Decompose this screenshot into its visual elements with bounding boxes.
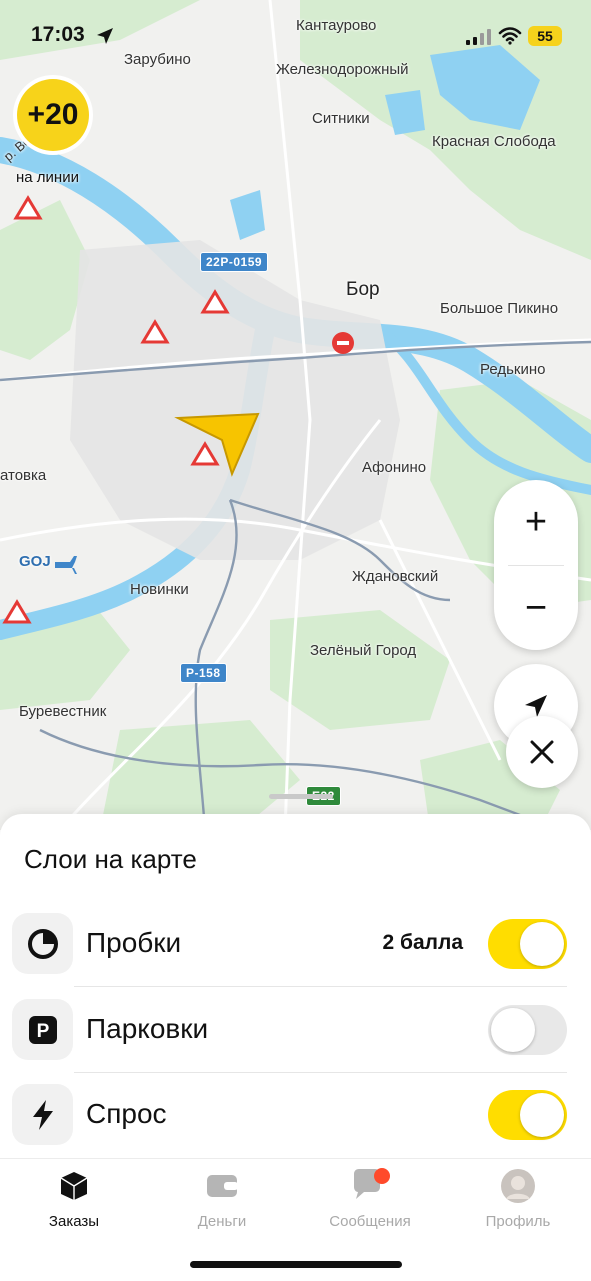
place-zhdanovsky: Ждановский [352, 568, 439, 585]
place-bolshoe-pikino: Большое Пикино [440, 300, 559, 317]
tab-money[interactable]: Деньги [148, 1167, 296, 1237]
place-zeleny-gorod: Зелёный Город [310, 642, 417, 659]
zoom-in-button[interactable]: + [494, 480, 578, 564]
tab-profile[interactable]: Профиль [444, 1167, 591, 1237]
layer-label-traffic: Пробки [86, 927, 182, 958]
layer-row-demand[interactable]: Спрос [12, 1084, 567, 1146]
bonus-label: на линии [16, 169, 79, 186]
road-shield-22p0159: 22Р-0159 [200, 252, 269, 272]
no-entry-marker [332, 332, 354, 354]
tab-orders[interactable]: Заказы [0, 1167, 148, 1237]
layers-sheet: Слои на карте Пробки 2 балла P Парковки [0, 814, 591, 1159]
location-arrow-icon [97, 28, 113, 44]
place-afonino: Афонино [362, 459, 427, 476]
place-atovka: атовка [0, 467, 47, 484]
place-bor: Бор [346, 279, 380, 300]
lightning-icon [12, 1084, 73, 1145]
status-bar: 17:03 55 [0, 0, 591, 70]
battery-indicator: 55 [528, 26, 562, 46]
close-icon [530, 740, 554, 764]
bonus-badge[interactable]: +20 [13, 75, 93, 155]
layer-label-demand: Спрос [86, 1098, 167, 1129]
airport-label: GOJ [19, 553, 51, 570]
place-burevestnik: Буревестник [19, 703, 107, 720]
place-redkino: Редькино [480, 361, 546, 378]
orders-icon [60, 1172, 88, 1200]
avatar [501, 1169, 535, 1203]
tab-messages[interactable]: Сообщения [296, 1167, 444, 1237]
place-sitniki: Ситники [312, 110, 370, 127]
zoom-out-button[interactable]: − [494, 566, 578, 650]
parking-toggle[interactable] [488, 1005, 567, 1055]
place-krasnaya-sloboda: Красная Слобода [432, 133, 556, 150]
layer-row-traffic[interactable]: Пробки 2 балла [12, 913, 567, 975]
divider [74, 1072, 567, 1073]
wallet-icon [207, 1175, 238, 1197]
airport-icon [55, 556, 77, 574]
cellular-signal-icon [466, 29, 491, 45]
tab-money-label: Деньги [197, 1213, 247, 1230]
wifi-icon [498, 27, 522, 45]
traffic-icon [12, 913, 73, 974]
demand-toggle[interactable] [488, 1090, 567, 1140]
bonus-value: +20 [17, 79, 89, 151]
messages-icon [354, 1168, 390, 1199]
home-indicator [190, 1261, 402, 1268]
close-layers-button[interactable] [506, 716, 578, 788]
sheet-drag-handle[interactable] [269, 794, 333, 799]
svg-text:P: P [36, 1021, 49, 1042]
zoom-control: + − [494, 480, 578, 650]
road-shield-r158: Р-158 [180, 663, 227, 683]
place-novinki: Новинки [130, 581, 189, 598]
tab-profile-label: Профиль [485, 1213, 551, 1230]
layer-label-parking: Парковки [86, 1013, 209, 1044]
tab-orders-label: Заказы [48, 1213, 100, 1230]
sheet-title: Слои на карте [24, 844, 197, 874]
traffic-toggle[interactable] [488, 919, 567, 969]
divider [74, 986, 567, 987]
status-time: 17:03 [31, 23, 85, 46]
traffic-score: 2 балла [382, 931, 463, 954]
parking-icon: P [12, 999, 73, 1060]
tab-messages-label: Сообщения [329, 1213, 411, 1230]
layer-row-parking[interactable]: P Парковки [12, 999, 567, 1061]
